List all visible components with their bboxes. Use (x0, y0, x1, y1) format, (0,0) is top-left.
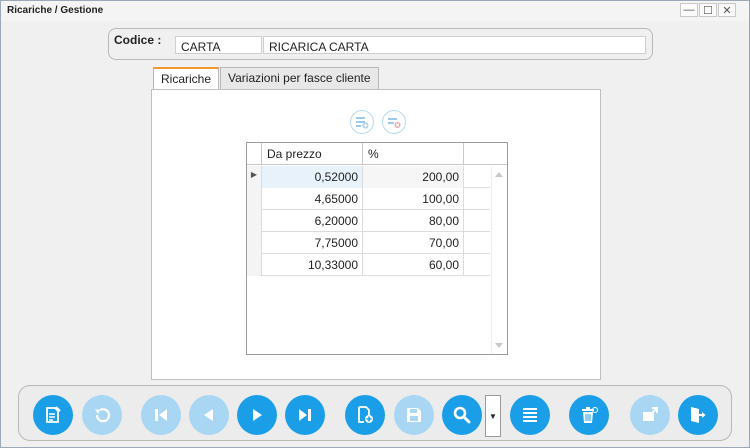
save-button[interactable] (394, 395, 434, 435)
delete-button[interactable] (569, 395, 609, 435)
row-indicator (247, 210, 262, 232)
maximize-button[interactable]: ☐ (699, 3, 717, 17)
tab-panel-ricariche: Da prezzo % ▶ 0,52000 200,00 4,65000 100… (151, 89, 601, 380)
codice-group: Codice : CARTA RICARICA CARTA (108, 28, 653, 60)
cell-da-prezzo[interactable]: 0,52000 (262, 166, 363, 188)
table-row[interactable]: 4,65000 100,00 (247, 188, 490, 210)
search-options-dropdown[interactable]: ▼ (485, 395, 501, 437)
export-icon (643, 407, 658, 421)
last-record-icon (299, 409, 311, 421)
list-button[interactable] (510, 395, 550, 435)
add-row-button[interactable] (350, 110, 374, 134)
delete-icon (582, 407, 598, 423)
first-record-icon (155, 409, 167, 421)
cell-da-prezzo[interactable]: 4,65000 (262, 188, 363, 210)
table-row[interactable]: ▶ 0,52000 200,00 (247, 166, 490, 188)
row-indicator-header (247, 143, 262, 165)
exit-icon (691, 407, 706, 423)
code-field[interactable]: CARTA (175, 36, 262, 54)
cell-da-prezzo[interactable]: 6,20000 (262, 210, 363, 232)
edit-document-icon (46, 406, 61, 423)
tab-strip: Ricariche Variazioni per fasce cliente (153, 67, 380, 90)
scroll-down-icon[interactable] (495, 343, 503, 348)
cell-percent[interactable]: 80,00 (363, 210, 464, 232)
row-indicator (247, 254, 262, 276)
cell-percent[interactable]: 70,00 (363, 232, 464, 254)
next-record-icon (253, 409, 262, 421)
previous-record-button[interactable] (189, 395, 229, 435)
cell-percent[interactable]: 60,00 (363, 254, 464, 276)
minimize-button[interactable]: — (680, 3, 698, 17)
first-record-button[interactable] (141, 395, 181, 435)
previous-record-icon (204, 409, 213, 421)
add-row-icon (356, 117, 369, 129)
new-document-button[interactable] (345, 395, 385, 435)
last-record-button[interactable] (285, 395, 325, 435)
cell-percent[interactable]: 200,00 (363, 166, 464, 188)
cell-da-prezzo[interactable]: 7,75000 (262, 232, 363, 254)
list-icon (523, 408, 537, 422)
new-document-icon (358, 406, 373, 423)
column-header-da-prezzo[interactable]: Da prezzo (262, 143, 363, 165)
cell-da-prezzo[interactable]: 10,33000 (262, 254, 363, 276)
table-row[interactable]: 6,20000 80,00 (247, 210, 490, 232)
close-button[interactable]: ✕ (718, 3, 736, 17)
delete-row-icon (388, 118, 401, 128)
window-title: Ricariche / Gestione (7, 5, 104, 16)
description-field[interactable]: RICARICA CARTA (263, 36, 646, 54)
row-indicator (247, 188, 262, 210)
table-row[interactable]: 10,33000 60,00 (247, 254, 490, 276)
row-indicator (247, 232, 262, 254)
window: Ricariche / Gestione — ☐ ✕ Codice : CART… (0, 0, 750, 448)
exit-button[interactable] (678, 395, 718, 435)
cell-percent[interactable]: 100,00 (363, 188, 464, 210)
undo-button[interactable] (82, 395, 122, 435)
tab-variazioni-per-fasce-cliente[interactable]: Variazioni per fasce cliente (220, 67, 379, 89)
chevron-down-icon: ▼ (489, 411, 497, 421)
export-button[interactable] (630, 395, 670, 435)
save-icon (407, 408, 421, 422)
grid-header: Da prezzo % (247, 143, 507, 165)
search-icon (453, 406, 471, 424)
next-record-button[interactable] (237, 395, 277, 435)
undo-icon (95, 408, 111, 423)
codice-label: Codice : (114, 33, 162, 47)
scroll-up-icon[interactable] (495, 172, 503, 177)
table-row[interactable]: 7,75000 70,00 (247, 232, 490, 254)
delete-row-button[interactable] (382, 110, 406, 134)
tab-ricariche[interactable]: Ricariche (153, 67, 220, 90)
edit-button[interactable] (33, 395, 73, 435)
row-indicator: ▶ (247, 166, 262, 188)
vertical-scrollbar[interactable] (491, 166, 507, 354)
column-header-percent[interactable]: % (363, 143, 464, 165)
ricariche-grid: Da prezzo % ▶ 0,52000 200,00 4,65000 100… (246, 142, 508, 355)
search-button[interactable] (442, 395, 482, 435)
bottom-toolbar: ▼ (18, 385, 732, 441)
title-bar: Ricariche / Gestione — ☐ ✕ (1, 1, 749, 21)
